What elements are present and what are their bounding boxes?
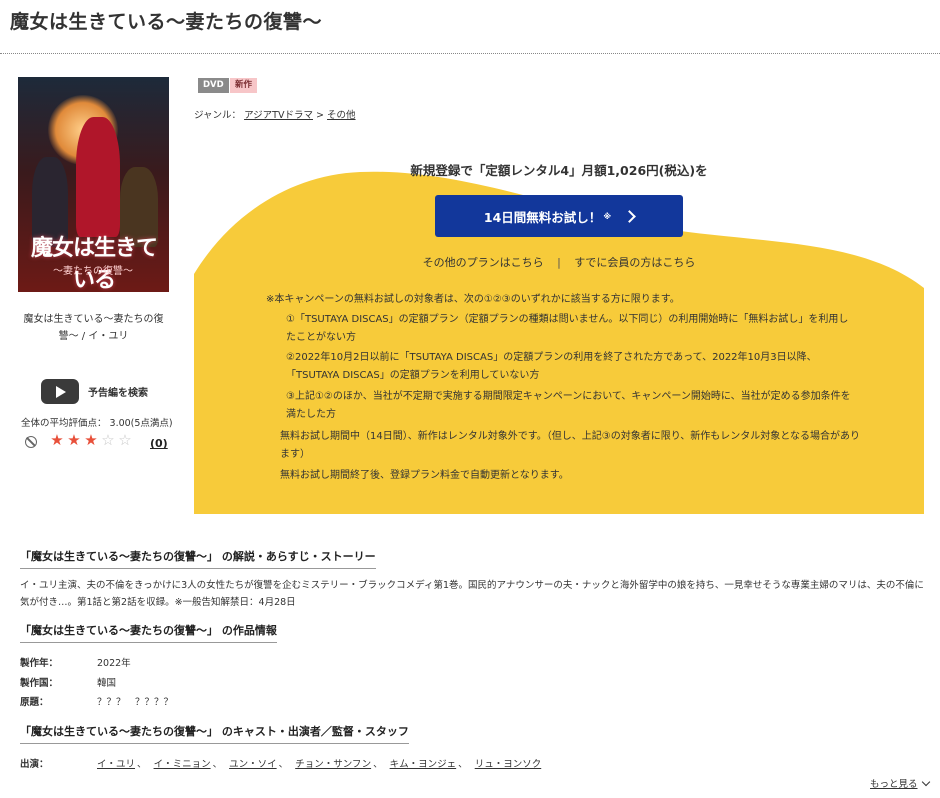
- synopsis-text: イ・ユリ主演、夫の不倫をきっかけに3人の女性たちが復讐を企むミステリー・ブラック…: [20, 580, 924, 608]
- condition-item: ①「TSUTAYA DISCAS」の定額プラン（定額プランの種類は問いません。以…: [286, 314, 849, 343]
- chevron-right-icon: [623, 209, 636, 223]
- cast-label: 出演：: [20, 759, 49, 770]
- plan-links-divider: |: [557, 256, 561, 269]
- condition-item: ③上記①②のほか、当社が不定期で実施する期間限定キャンペーンにおいて、キャンペー…: [286, 391, 851, 420]
- cast-link[interactable]: イ・ユリ: [97, 759, 135, 770]
- cast-link[interactable]: ユン・ソイ: [229, 759, 277, 770]
- show-more-link[interactable]: もっと見る: [870, 776, 930, 790]
- production-country-value: 韓国: [97, 678, 117, 689]
- cast-link[interactable]: リュ・ヨンソク: [475, 759, 542, 770]
- original-title-value: ？？？ ？？？？: [97, 697, 174, 708]
- cast-heading: 「魔女は生きている〜妻たちの復讐〜」 のキャスト・出演者／監督・スタッフ: [20, 723, 409, 744]
- production-year-label: 製作年：: [20, 658, 59, 669]
- chevron-down-icon: [921, 777, 930, 787]
- production-country-label: 製作国：: [20, 678, 59, 689]
- show-more-label: もっと見る: [870, 779, 918, 790]
- cast-link[interactable]: キム・ヨンジェ: [390, 759, 457, 770]
- cast-list: イ・ユリ、 イ・ミニョン、 ユン・ソイ、 チョン・サンフン、 キム・ヨンジェ、 …: [97, 759, 542, 770]
- free-trial-label: 14日間無料お試し！: [483, 209, 602, 225]
- synopsis-heading: 「魔女は生きている〜妻たちの復讐〜」 の解説・あらすじ・ストーリー: [20, 548, 376, 569]
- other-plans-link[interactable]: その他のプランはこちら: [423, 256, 544, 269]
- plan-links: その他のプランはこちら | すでに会員の方はこちら: [194, 254, 924, 270]
- production-year-value: 2022年: [97, 658, 131, 669]
- cast-link[interactable]: チョン・サンフン: [295, 759, 371, 770]
- free-trial-button[interactable]: 14日間無料お試し！ ※: [435, 195, 683, 237]
- conditions-heading: ※本キャンペーンの無料お試しの対象者は、次の①②③のいずれかに該当する方に限りま…: [266, 294, 680, 305]
- free-trial-note-mark: ※: [603, 211, 612, 221]
- condition-item: ②2022年10月2日以前に「TSUTAYA DISCAS」の定額プランの利用を…: [286, 352, 817, 381]
- trial-note: 無料お試し期間終了後、登録プラン料金で自動更新となります。: [280, 470, 569, 481]
- trial-note: 無料お試し期間中（14日間）、新作はレンタル対象外です。（但し、上記③の対象者に…: [280, 431, 860, 460]
- original-title-label: 原題：: [20, 697, 49, 708]
- work-info-heading: 「魔女は生きている〜妻たちの復讐〜」 の作品情報: [20, 622, 277, 643]
- cast-link[interactable]: イ・ミニョン: [154, 759, 211, 770]
- member-login-link[interactable]: すでに会員の方はこちら: [574, 256, 695, 269]
- campaign-headline: 新規登録で「定額レンタル4」月額1,026円(税込)を: [410, 163, 708, 178]
